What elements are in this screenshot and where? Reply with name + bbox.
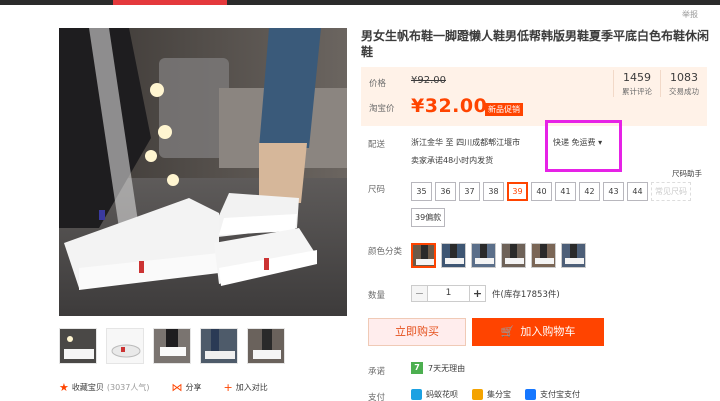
review-count: 1459 (623, 71, 651, 84)
share-button[interactable]: ⋈ 分享 (171, 381, 201, 394)
size-helper-link[interactable]: 尺码助手 (672, 168, 702, 179)
color-swatches (411, 243, 591, 268)
size-option[interactable]: 常见尺码 (651, 182, 691, 201)
shipping-promise: 卖家承诺48小时内发货 (411, 156, 494, 165)
top-navigation-bar (0, 0, 720, 5)
sales-count: 1083 (670, 71, 698, 84)
main-product-image[interactable] (59, 28, 347, 316)
compare-label: 加入对比 (235, 383, 268, 392)
favorite-count: (3037人气) (106, 383, 150, 392)
size-option[interactable]: 37 (459, 182, 480, 201)
price-label: 价格 (369, 79, 387, 89)
quantity-minus-button[interactable]: − (411, 285, 428, 302)
payment-method[interactable]: 蚂蚁花呗 (411, 389, 458, 400)
size-options: 35 36 37 38 39 40 41 42 43 44 常见尺码 39偏款 (411, 182, 711, 234)
share-label: 分享 (185, 383, 202, 392)
payment-method[interactable]: 集分宝 (472, 389, 511, 400)
highlight-box (545, 120, 622, 172)
promise-label: 承诺 (368, 367, 386, 377)
review-count-label: 累计评论 (622, 87, 652, 96)
size-option[interactable]: 41 (555, 182, 576, 201)
size-option[interactable]: 44 (627, 182, 648, 201)
add-to-cart-button[interactable]: 🛒 加入购物车 (472, 318, 604, 346)
promo-price: ¥32.00 (411, 95, 488, 117)
cart-icon: 🛒 (500, 325, 515, 338)
payment-method-name: 蚂蚁花呗 (426, 390, 458, 399)
thumbnail-1[interactable] (59, 328, 97, 364)
thumbnail-5[interactable] (247, 328, 285, 364)
size-option[interactable]: 43 (603, 182, 624, 201)
payment-method-name: 支付宝支付 (540, 390, 580, 399)
color-label: 颜色分类 (368, 247, 403, 257)
plus-icon: + (223, 381, 233, 394)
payment-method-name: 集分宝 (487, 390, 511, 399)
quantity-plus-button[interactable]: + (469, 285, 486, 302)
payment-label: 支付 (368, 393, 386, 401)
quantity-input[interactable]: 1 (428, 285, 469, 302)
shipping-label: 配送 (368, 140, 386, 150)
size-option[interactable]: 35 (411, 182, 432, 201)
product-title: 男女生帆布鞋一脚蹬懒人鞋男低帮韩版男鞋夏季平底白色布鞋休闲鞋 (361, 29, 710, 59)
quantity-label: 数量 (368, 291, 386, 301)
color-swatch[interactable] (411, 243, 436, 268)
shipping-route[interactable]: 浙江金华 至 四川成都郫江堰市 (411, 137, 520, 148)
original-price: ¥92.00 (411, 75, 446, 86)
quantity-stepper: − 1 + 件(库存17853件) (411, 285, 560, 302)
size-option[interactable]: 39偏款 (411, 208, 446, 227)
size-label: 尺码 (368, 185, 386, 195)
star-icon: ★ (59, 381, 69, 394)
payment-icon (525, 389, 536, 400)
sales-count-label: 交易成功 (669, 87, 699, 96)
review-count-stat[interactable]: 1459 累计评论 (613, 70, 660, 97)
payment-methods: 蚂蚁花呗 集分宝 支付宝支付 (411, 389, 594, 400)
promo-tag: 新品促销 (485, 103, 523, 116)
size-option[interactable]: 36 (435, 182, 456, 201)
sales-count-stat[interactable]: 1083 交易成功 (660, 70, 707, 97)
sales-stats: 1459 累计评论 1083 交易成功 (613, 70, 707, 97)
add-to-cart-label: 加入购物车 (520, 325, 576, 338)
thumbnail-2[interactable] (106, 328, 144, 364)
size-option[interactable]: 38 (483, 182, 504, 201)
payment-method[interactable]: 支付宝支付 (525, 389, 580, 400)
size-option[interactable]: 42 (579, 182, 600, 201)
compare-button[interactable]: + 加入对比 (223, 381, 267, 394)
thumbnail-3[interactable] (153, 328, 191, 364)
photo-actions: ★ 收藏宝贝 (3037人气) ⋈ 分享 + 加入对比 (59, 381, 290, 394)
quantity-stock: 件(库存17853件) (492, 289, 560, 300)
price-box: 价格 ¥92.00 淘宝价 ¥32.00 新品促销 1459 累计评论 1083… (361, 67, 707, 126)
color-swatch[interactable] (531, 243, 556, 268)
color-swatch[interactable] (471, 243, 496, 268)
size-option[interactable]: 40 (531, 182, 552, 201)
favorite-label: 收藏宝贝 (71, 383, 104, 392)
seven-day-return-icon: 7 (411, 362, 423, 374)
promo-price-label: 淘宝价 (369, 104, 395, 114)
report-link[interactable]: 举报 (682, 9, 698, 20)
payment-icon (411, 389, 422, 400)
thumbnail-4[interactable] (200, 328, 238, 364)
thumbnail-strip (59, 328, 285, 364)
favorite-button[interactable]: ★ 收藏宝贝 (3037人气) (59, 381, 149, 394)
size-option[interactable]: 39 (507, 182, 528, 201)
color-swatch[interactable] (441, 243, 466, 268)
color-swatch[interactable] (501, 243, 526, 268)
promise-text: 7天无理由 (428, 363, 466, 373)
promise-row[interactable]: 7 7天无理由 (411, 362, 465, 374)
color-swatch[interactable] (561, 243, 586, 268)
share-icon: ⋈ (171, 381, 183, 394)
top-nav-active-indicator (113, 0, 227, 5)
payment-icon (472, 389, 483, 400)
buy-now-button[interactable]: 立即购买 (368, 318, 466, 346)
